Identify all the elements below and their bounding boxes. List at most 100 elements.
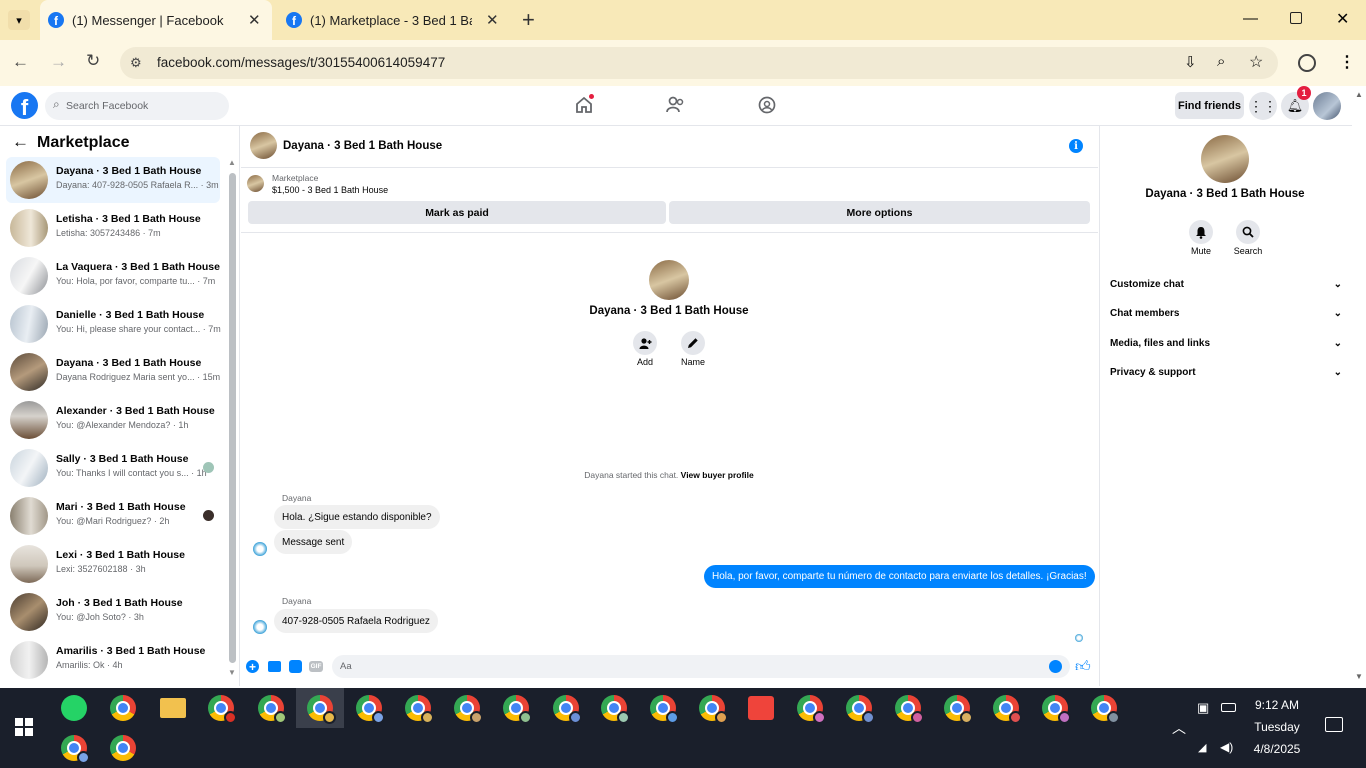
- battery-icon[interactable]: [1221, 703, 1236, 712]
- chrome-profile-icon[interactable]: [61, 735, 90, 764]
- chrome-icon[interactable]: [110, 695, 136, 721]
- chat-title[interactable]: Dayana · 3 Bed 1 Bath House: [283, 140, 442, 152]
- chrome-profile-icon[interactable]: [601, 695, 630, 724]
- tab-messenger[interactable]: f (1) Messenger | Facebook ✕: [40, 0, 272, 40]
- zoom-icon[interactable]: ⌕: [1217, 53, 1225, 70]
- chrome-profile-icon[interactable]: [1042, 695, 1071, 724]
- close-tab-icon[interactable]: ✕: [486, 11, 499, 29]
- conversation-item[interactable]: Amarilis · 3 Bed 1 Bath House Amarilis: …: [6, 637, 220, 683]
- restore-icon[interactable]: [1290, 12, 1302, 24]
- chrome-profile-icon[interactable]: [258, 695, 287, 724]
- media-files-links-section[interactable]: Media, files and links ⌄: [1110, 338, 1342, 349]
- clock-date[interactable]: 4/8/2025: [1244, 742, 1310, 756]
- chrome-profile-icon[interactable]: [307, 695, 336, 724]
- message-input[interactable]: Aa: [332, 655, 1070, 678]
- network-icon[interactable]: ◢: [1198, 741, 1206, 754]
- page-scrollbar[interactable]: ▲ ▼: [1352, 88, 1366, 686]
- tab-search-button[interactable]: ▾: [8, 10, 30, 30]
- chrome-profile-icon[interactable]: [356, 695, 385, 724]
- volume-icon[interactable]: ◀︎): [1220, 740, 1233, 754]
- profile-icon[interactable]: [1298, 54, 1316, 72]
- add-person-button[interactable]: [633, 331, 657, 355]
- scroll-down-arrow-icon[interactable]: ▼: [228, 668, 236, 677]
- menu-grid-icon[interactable]: ⋮⋮: [1249, 92, 1277, 120]
- notification-center-icon[interactable]: [1325, 717, 1343, 732]
- conversation-item[interactable]: La Vaquera · 3 Bed 1 Bath House You: Hol…: [6, 253, 220, 299]
- conversation-item[interactable]: Sally · 3 Bed 1 Bath House You: Thanks I…: [6, 445, 220, 491]
- chrome-profile-icon[interactable]: [846, 695, 875, 724]
- forward-arrow-icon[interactable]: →: [50, 52, 67, 72]
- conversation-item[interactable]: Dayana · 3 Bed 1 Bath House Dayana: 407-…: [6, 157, 220, 203]
- whatsapp-icon[interactable]: [61, 695, 87, 721]
- chrome-profile-icon[interactable]: [208, 695, 237, 724]
- listing-thumbnail[interactable]: [247, 175, 264, 192]
- home-icon[interactable]: [575, 94, 594, 114]
- conversation-item[interactable]: Danielle · 3 Bed 1 Bath House You: Hi, p…: [6, 301, 221, 347]
- new-tab-button[interactable]: +: [522, 7, 535, 33]
- chrome-icon[interactable]: [110, 735, 136, 761]
- file-explorer-icon[interactable]: [160, 698, 186, 718]
- facebook-logo[interactable]: f: [11, 92, 38, 119]
- chrome-profile-icon[interactable]: [993, 695, 1022, 724]
- chrome-profile-icon[interactable]: [1091, 695, 1120, 724]
- chrome-profile-icon[interactable]: [944, 695, 973, 724]
- customize-chat-section[interactable]: Customize chat ⌄: [1110, 279, 1342, 290]
- contact-avatar-large[interactable]: [1201, 135, 1249, 183]
- message-bubble[interactable]: Hola. ¿Sigue estando disponible?: [274, 505, 440, 529]
- windows-start-icon[interactable]: [15, 718, 33, 736]
- sticker-icon[interactable]: [289, 660, 302, 673]
- contact-avatar[interactable]: [649, 260, 689, 300]
- conversation-item[interactable]: Alexander · 3 Bed 1 Bath House You: @Ale…: [6, 397, 220, 443]
- rename-button[interactable]: [681, 331, 705, 355]
- browser-menu-icon[interactable]: ⋮: [1339, 52, 1355, 72]
- reload-icon[interactable]: ↻: [86, 51, 100, 71]
- back-arrow-icon[interactable]: ←: [12, 52, 29, 72]
- conversation-item[interactable]: Joh · 3 Bed 1 Bath House You: @Joh Soto?…: [6, 589, 220, 635]
- close-window-icon[interactable]: ✕: [1336, 9, 1349, 29]
- scroll-up-arrow-icon[interactable]: ▲: [228, 158, 236, 167]
- back-arrow-icon[interactable]: ←: [12, 132, 29, 152]
- chrome-profile-icon[interactable]: [699, 695, 728, 724]
- view-buyer-profile-link[interactable]: View buyer profile: [681, 470, 754, 480]
- chat-members-section[interactable]: Chat members ⌄: [1110, 308, 1342, 319]
- tab-marketplace[interactable]: f (1) Marketplace - 3 Bed 1 Bath ✕: [278, 0, 510, 40]
- meet-now-icon[interactable]: ▣: [1197, 700, 1209, 716]
- more-actions-icon[interactable]: +: [246, 660, 259, 673]
- address-bar[interactable]: ⚙ facebook.com/messages/t/30155400614059…: [120, 47, 1278, 79]
- chrome-profile-icon[interactable]: [797, 695, 826, 724]
- message-bubble[interactable]: Message sent: [274, 530, 353, 554]
- clock-time[interactable]: 9:12 AM: [1244, 698, 1310, 712]
- conversation-item[interactable]: Letisha · 3 Bed 1 Bath House Letisha: 30…: [6, 205, 220, 251]
- info-icon[interactable]: i: [1069, 139, 1083, 153]
- gaming-icon[interactable]: [758, 96, 776, 119]
- conversation-item[interactable]: Dayana · 3 Bed 1 Bath House Dayana Rodri…: [6, 349, 220, 395]
- notifications-bell-icon[interactable]: 🔔︎ 1: [1281, 86, 1311, 120]
- message-bubble[interactable]: 407-928-0505 Rafaela Rodriguez: [274, 609, 438, 633]
- minimize-icon[interactable]: —: [1243, 10, 1258, 27]
- scroll-up-arrow-icon[interactable]: ▲: [1355, 90, 1363, 99]
- clock-day[interactable]: Tuesday: [1244, 720, 1310, 734]
- like-thumb-icon[interactable]: 👍︎: [1075, 658, 1091, 676]
- bookmark-star-icon[interactable]: ☆: [1249, 52, 1263, 72]
- conversation-item[interactable]: Mari · 3 Bed 1 Bath House You: @Mari Rod…: [6, 493, 220, 539]
- privacy-support-section[interactable]: Privacy & support ⌄: [1110, 367, 1342, 378]
- gif-icon[interactable]: GIF: [309, 661, 323, 672]
- account-avatar[interactable]: [1313, 92, 1341, 120]
- url-text[interactable]: facebook.com/messages/t/3015540061405947…: [157, 55, 445, 70]
- chrome-profile-icon[interactable]: [650, 695, 679, 724]
- scroll-down-arrow-icon[interactable]: ▼: [1355, 672, 1363, 681]
- site-info-icon[interactable]: ⚙: [130, 55, 142, 71]
- chrome-profile-icon[interactable]: [503, 695, 532, 724]
- chrome-profile-icon[interactable]: [405, 695, 434, 724]
- mute-button[interactable]: [1189, 220, 1213, 244]
- more-options-button[interactable]: More options: [669, 201, 1090, 224]
- sidebar-scrollbar[interactable]: [229, 173, 236, 663]
- listing-title[interactable]: $1,500 - 3 Bed 1 Bath House: [272, 185, 388, 195]
- search-input[interactable]: Search Facebook: [66, 100, 148, 112]
- mark-as-paid-button[interactable]: Mark as paid: [248, 201, 666, 224]
- emoji-icon[interactable]: [1049, 660, 1062, 673]
- search-conversation-button[interactable]: [1236, 220, 1260, 244]
- search-box[interactable]: ⌕ Search Facebook: [45, 92, 229, 120]
- find-friends-button[interactable]: Find friends: [1175, 92, 1244, 119]
- chrome-profile-icon[interactable]: [553, 695, 582, 724]
